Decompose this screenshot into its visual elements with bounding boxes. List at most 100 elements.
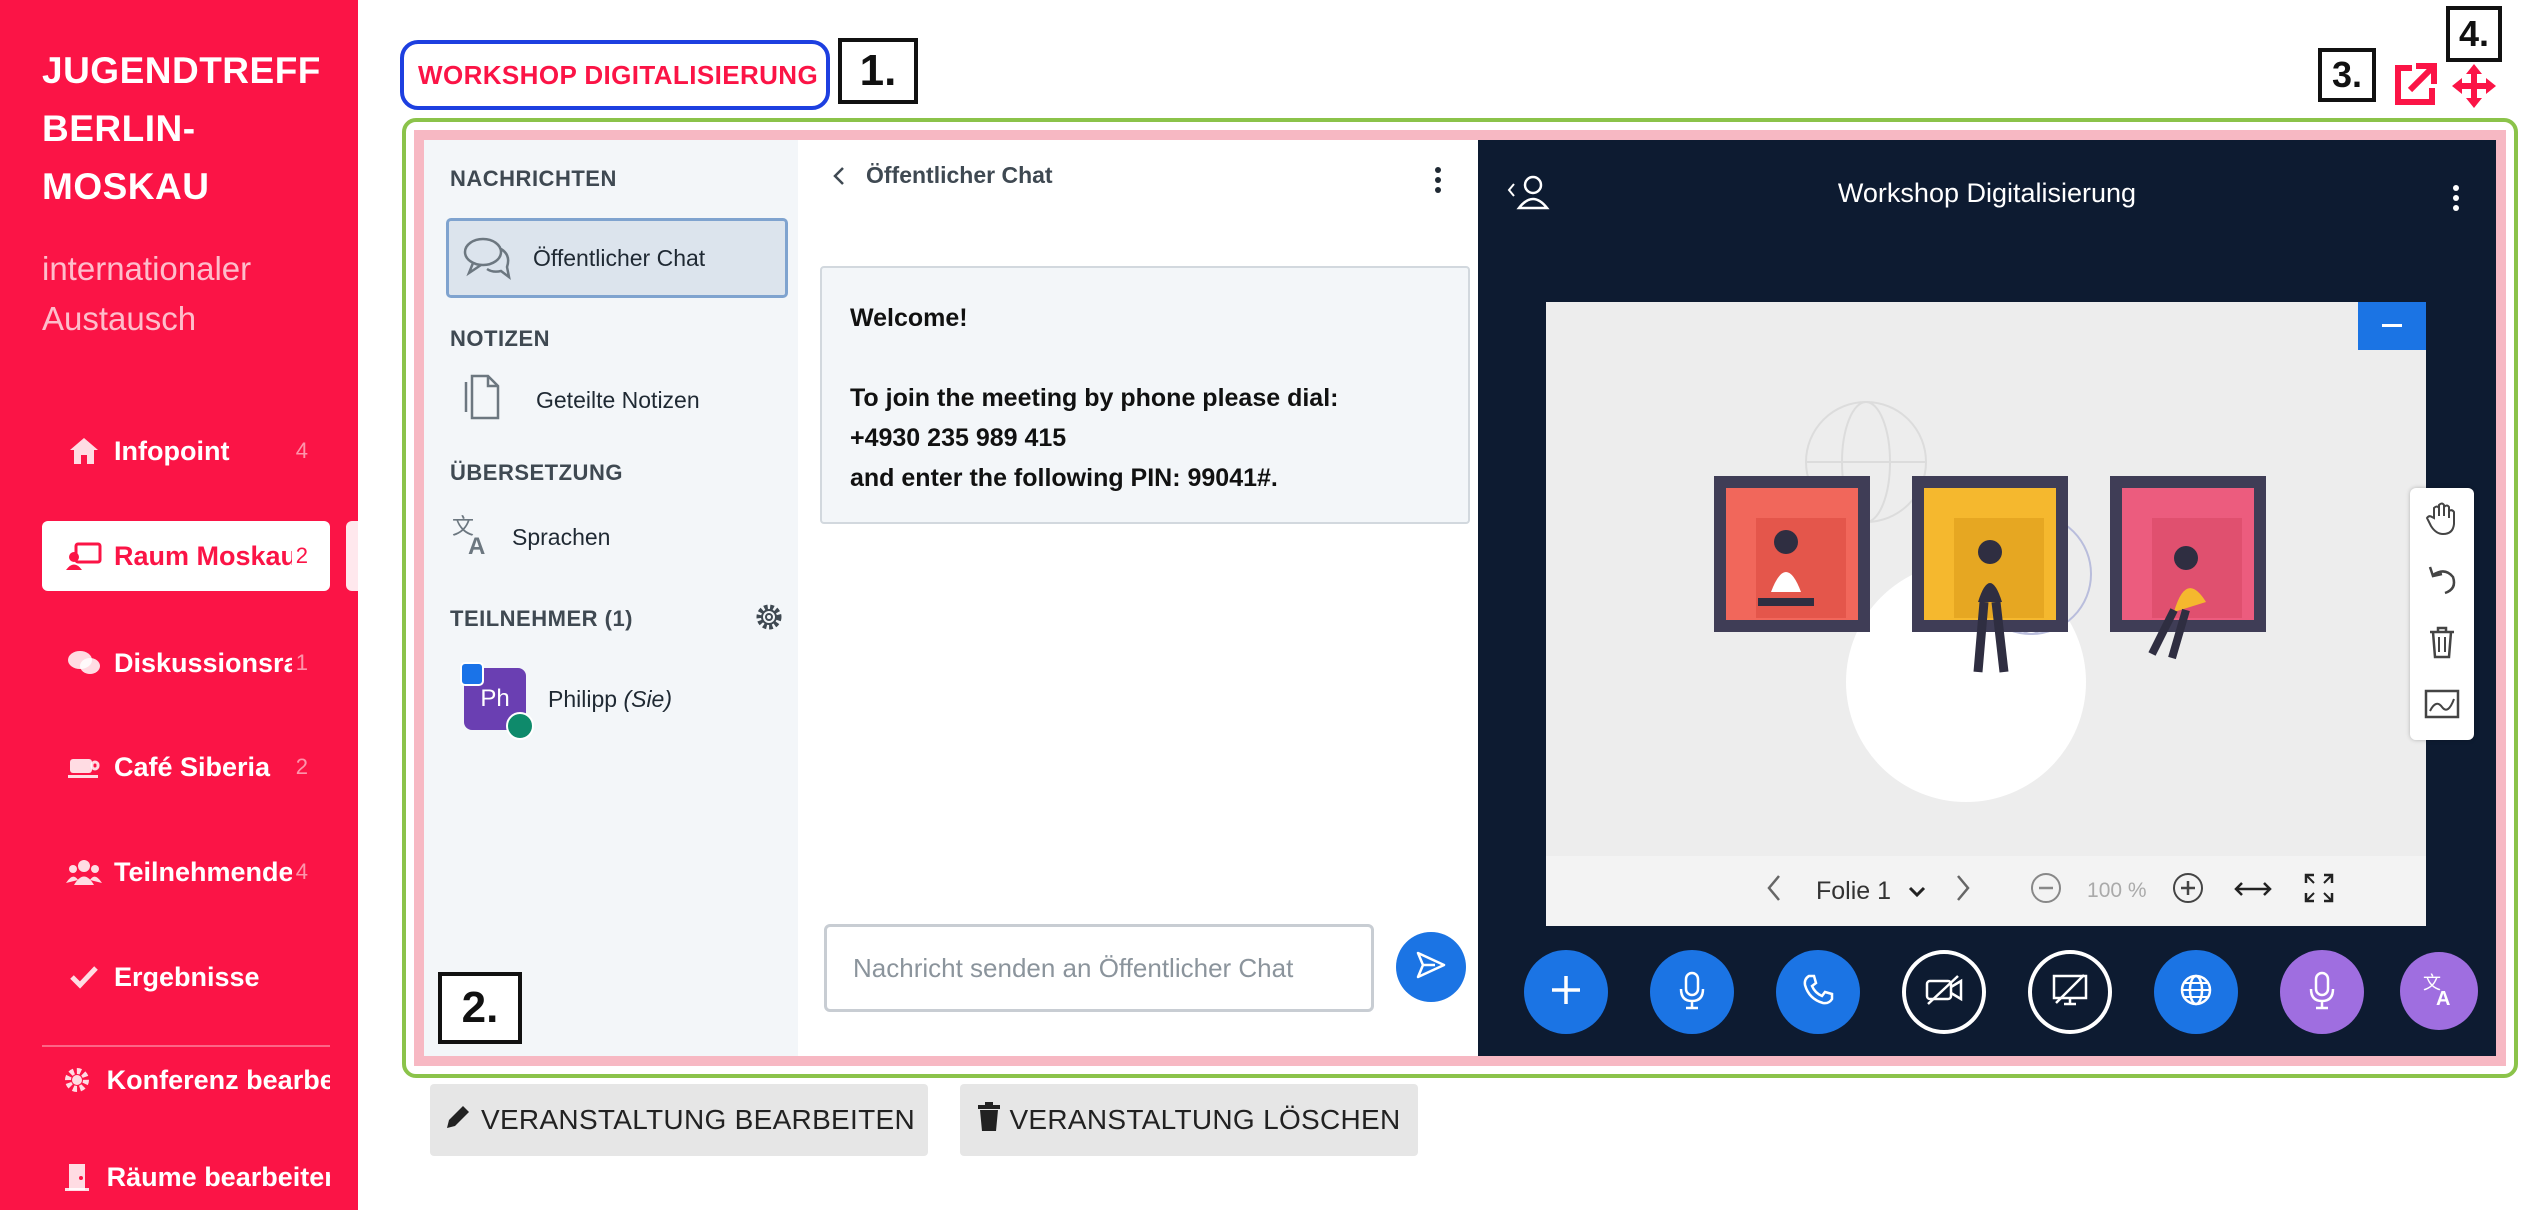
fit-width-icon[interactable]	[2233, 877, 2273, 906]
presentation-slide[interactable]	[1546, 302, 2426, 856]
microphone-icon	[2307, 970, 2337, 1015]
presenter-icon	[66, 538, 102, 574]
annotation-marker-3: 3.	[2318, 48, 2376, 102]
camera-off-button[interactable]	[1902, 950, 1986, 1034]
sidebar-item-ergebnisse[interactable]: Ergebnisse	[42, 942, 330, 1012]
brand-name: JUGENDTREFF BERLIN- MOSKAU	[42, 42, 342, 216]
sidebar-item-label: Infopoint	[114, 435, 230, 466]
public-chat-item[interactable]: Öffentlicher Chat	[446, 218, 788, 298]
hand-tool-icon[interactable]	[2418, 494, 2466, 542]
translate-icon: 文A	[2421, 971, 2457, 1012]
annotation-marker-2: 2.	[438, 972, 522, 1044]
microphone-button[interactable]	[1650, 950, 1734, 1034]
users-icon	[66, 854, 102, 890]
sidebar: JUGENDTREFF BERLIN- MOSKAU international…	[0, 0, 358, 1210]
sidebar-scroll-indicator[interactable]	[346, 521, 358, 591]
pencil-icon	[443, 1102, 473, 1139]
sidebar-item-label: Konferenz bearbeiten	[106, 1064, 330, 1095]
sidebar-item-count: 4	[295, 438, 308, 463]
chat-bubbles-icon	[463, 235, 513, 281]
brand-line: MOSKAU	[42, 166, 210, 207]
welcome-title: Welcome!	[850, 304, 968, 332]
participants-settings-gear-icon[interactable]	[754, 602, 784, 632]
avatar: Ph	[460, 662, 534, 740]
presenter-badge-icon	[460, 662, 484, 686]
brand-subtitle: internationaler Austausch	[42, 244, 342, 344]
translation-button[interactable]: 文A	[2400, 952, 2478, 1030]
microphone-icon	[1677, 970, 1707, 1015]
language-button[interactable]	[2154, 950, 2238, 1034]
trash-icon[interactable]	[2418, 618, 2466, 666]
meeting-options-icon[interactable]	[2446, 178, 2466, 223]
sidebar-item-raum-moskau[interactable]: Raum Moskau 2	[42, 521, 330, 591]
actions-plus-button[interactable]	[1524, 950, 1608, 1034]
slide-illustration	[1714, 401, 2266, 802]
annotation-marker-4: 4.	[2446, 6, 2502, 62]
home-icon	[66, 433, 102, 469]
next-slide-icon[interactable]	[1953, 873, 1983, 910]
sidebar-item-label: Räume bearbeiten	[106, 1161, 330, 1192]
sidebar-item-diskussionsraum[interactable]: Diskussionsraum 1	[42, 628, 330, 698]
minimize-presentation-button[interactable]	[2358, 302, 2426, 350]
undo-icon[interactable]	[2418, 556, 2466, 604]
sidebar-item-count: 1	[295, 650, 308, 675]
slide-selector[interactable]: Folie 1	[1816, 877, 1927, 906]
sidebar-item-label: Teilnehmende	[114, 856, 292, 887]
translate-icon: 文A	[450, 512, 494, 562]
brand-line: JUGENDTREFF	[42, 50, 321, 91]
chevron-down-icon	[1907, 877, 1927, 906]
shared-notes-item[interactable]: Geteilte Notizen	[462, 372, 700, 428]
sidebar-item-cafe-siberia[interactable]: Café Siberia 2	[42, 732, 330, 802]
edit-event-label: VERANSTALTUNG BEARBEITEN	[480, 1104, 916, 1135]
sidebar-item-konferenz-bearbeiten[interactable]: Konferenz bearbeiten	[42, 1045, 330, 1115]
welcome-phone: +4930 235 989 415	[850, 424, 1067, 452]
sidebar-item-label: Ergebnisse	[114, 961, 260, 992]
chat-options-icon[interactable]	[1428, 160, 1448, 200]
open-external-icon[interactable]	[2390, 60, 2440, 110]
whiteboard-icon[interactable]	[2418, 680, 2466, 728]
slide-controls: Folie 1 100 %	[1546, 856, 2426, 926]
previous-slide-icon[interactable]	[1764, 873, 1794, 910]
slide-label: Folie 1	[1816, 876, 1892, 905]
shared-notes-label: Geteilte Notizen	[536, 386, 700, 413]
sidebar-item-raeume-bearbeiten[interactable]: Räume bearbeiten	[42, 1142, 330, 1210]
brand-line: BERLIN-	[42, 108, 196, 149]
zoom-out-icon[interactable]	[2029, 871, 2063, 912]
microphone-badge-icon	[506, 712, 534, 740]
send-message-button[interactable]	[1396, 932, 1466, 1002]
chat-bubbles-icon	[66, 645, 102, 681]
screenshare-off-button[interactable]	[2028, 950, 2112, 1034]
send-icon	[1415, 949, 1447, 986]
delete-event-label: VERANSTALTUNG LÖSCHEN	[1009, 1104, 1401, 1135]
bbb-user-list-panel: NACHRICHTEN Öffentlicher Chat NOTIZEN Ge…	[424, 140, 798, 1056]
edit-event-button[interactable]: VERANSTALTUNG BEARBEITEN	[430, 1084, 928, 1156]
participant-name: Philipp (Sie)	[548, 686, 672, 713]
translation-section-title: ÜBERSETZUNG	[450, 460, 623, 485]
sidebar-item-label: Diskussionsraum	[114, 647, 292, 678]
globe-icon	[2179, 973, 2213, 1012]
interpreter-microphone-button[interactable]	[2280, 950, 2364, 1034]
participant-item[interactable]: Ph Philipp (Sie)	[460, 662, 672, 740]
languages-item[interactable]: 文A Sprachen	[450, 512, 610, 562]
fullscreen-icon[interactable]	[2303, 872, 2335, 911]
sidebar-item-count: 4	[295, 859, 308, 884]
sidebar-item-count: 2	[295, 543, 308, 568]
welcome-message: Welcome! To join the meeting by phone pl…	[820, 266, 1470, 524]
chat-message-input[interactable]: Nachricht senden an Öffentlicher Chat	[824, 924, 1374, 1012]
sidebar-item-teilnehmende[interactable]: Teilnehmende 4	[42, 837, 330, 907]
phone-button[interactable]	[1776, 950, 1860, 1034]
move-icon[interactable]	[2450, 62, 2498, 110]
check-icon	[66, 959, 102, 995]
welcome-line: To join the meeting by phone please dial…	[850, 384, 1339, 412]
chevron-left-icon	[828, 164, 852, 188]
zoom-in-icon[interactable]	[2171, 871, 2205, 912]
plus-icon	[1548, 972, 1584, 1013]
subtitle-line: internationaler	[42, 250, 252, 287]
welcome-pin: and enter the following PIN: 99041#.	[850, 464, 1278, 492]
public-chat-label: Öffentlicher Chat	[533, 244, 706, 271]
chat-back-button[interactable]: Öffentlicher Chat	[828, 162, 1053, 189]
presentation-panel: Workshop Digitalisierung Folie 1 100 % 文…	[1478, 140, 2496, 1056]
zoom-level: 100 %	[2087, 879, 2147, 902]
delete-event-button[interactable]: VERANSTALTUNG LÖSCHEN	[960, 1084, 1418, 1156]
sidebar-item-infopoint[interactable]: Infopoint 4	[42, 416, 330, 486]
